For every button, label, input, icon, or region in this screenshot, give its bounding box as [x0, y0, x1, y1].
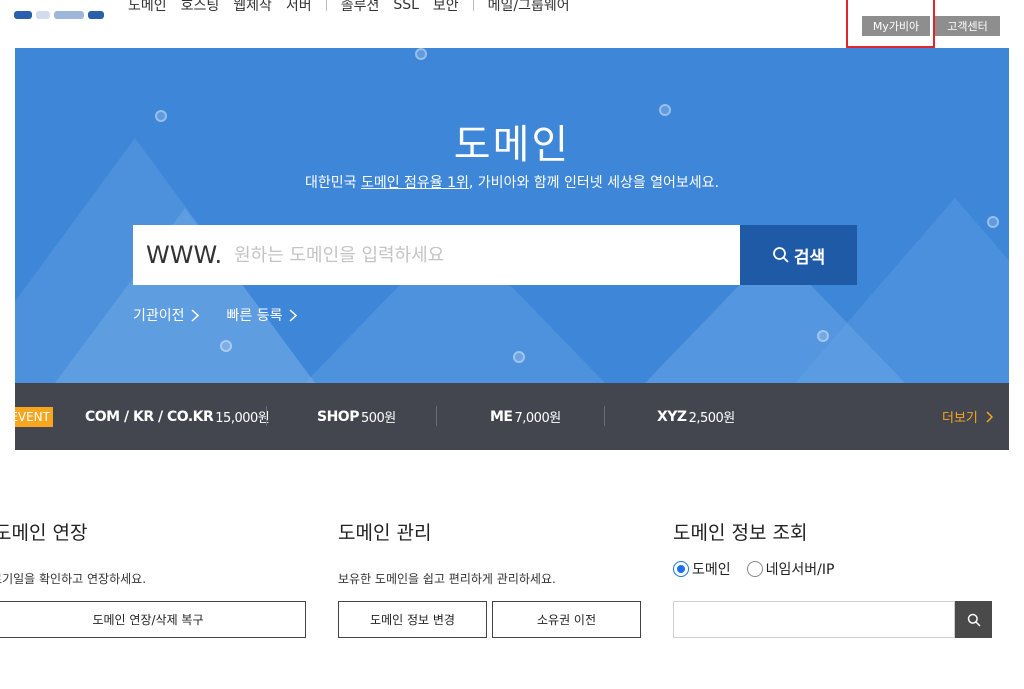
radio-nameserver-label[interactable]: 네임서버/IP — [766, 559, 835, 579]
transfer-link[interactable]: 기관이전 — [133, 305, 199, 325]
price-item-name: SHOP — [317, 408, 359, 425]
more-link[interactable]: 더보기 — [942, 383, 993, 450]
nav-item-hosting[interactable]: 호스팅 — [181, 0, 220, 15]
lookup-type-radios: 도메인 네임서버/IP — [673, 559, 850, 579]
price-item-xyz[interactable]: XYZ 2,500원 — [657, 383, 735, 450]
change-info-button[interactable]: 도메인 정보 변경 — [338, 601, 487, 638]
bg-dot — [220, 340, 232, 352]
chevron-right-icon — [986, 410, 993, 423]
my-gabia-button[interactable]: My가비아 — [862, 16, 930, 36]
event-badge[interactable]: EVENT — [15, 407, 53, 427]
price-item-shop[interactable]: SHOP 500원 — [317, 383, 396, 450]
hero-subtitle: 대한민국 도메인 점유율 1위, 가비아와 함께 인터넷 세상을 열어보세요. — [15, 172, 1009, 192]
domain-search-input[interactable] — [234, 244, 715, 266]
price-strip: EVENT COM / KR / CO.KR 15,000원 SHOP 500원… — [15, 383, 1009, 450]
market-share-link[interactable]: 도메인 점유율 1위 — [361, 175, 469, 191]
price-item-me[interactable]: ME 7,000원 — [490, 383, 561, 450]
global-nav: 도메인 호스팅 웹제작 서버 솔루션 SSL 보안 메일/그룹웨어 — [128, 0, 584, 16]
strip-divider — [266, 406, 267, 426]
renew-desc: 만료기일을 확인하고 연장하세요. — [0, 572, 147, 586]
quick-register-label: 빠른 등록 — [226, 308, 283, 324]
chevron-right-icon — [289, 308, 297, 322]
nav-item-mail[interactable]: 메일/그룹웨어 — [488, 0, 570, 15]
domain-search-box: WWW. — [133, 225, 740, 285]
price-item-name: COM / KR / CO.KR — [85, 408, 214, 425]
subtitle-suffix: , 가비아와 함께 인터넷 세상을 열어보세요. — [468, 175, 720, 191]
price-item-price: 500원 — [360, 411, 396, 426]
manage-desc: 보유한 도메인을 쉽고 편리하게 관리하세요. — [338, 572, 556, 586]
page-title: 도메인 — [453, 122, 571, 168]
search-icon — [967, 613, 981, 627]
nav-divider — [325, 0, 327, 11]
nav-item-server[interactable]: 서버 — [286, 0, 312, 15]
www-prefix: WWW. — [146, 241, 223, 269]
hero-links: 기관이전 빠른 등록 — [133, 305, 325, 325]
nav-item-ssl[interactable]: SSL — [393, 0, 419, 13]
subtitle-prefix: 대한민국 — [304, 175, 361, 191]
renew-restore-button[interactable]: 도메인 연장/삭제 복구 — [0, 601, 306, 638]
bg-dot — [817, 330, 829, 342]
more-link-label: 더보기 — [942, 411, 978, 426]
lookup-input[interactable] — [673, 601, 955, 638]
price-item-name: ME — [490, 408, 513, 425]
top-header: 도메인 호스팅 웹제작 서버 솔루션 SSL 보안 메일/그룹웨어 My가비아 … — [0, 0, 1024, 48]
nav-item-solution[interactable]: 솔루션 — [341, 0, 380, 15]
hero-section: 도메인 대한민국 도메인 점유율 1위, 가비아와 함께 인터넷 세상을 열어보… — [15, 48, 1009, 383]
price-item-com[interactable]: COM / KR / CO.KR 15,000원 — [85, 383, 270, 450]
nav-divider — [472, 0, 474, 11]
ownership-transfer-button[interactable]: 소유권 이전 — [492, 601, 641, 638]
price-item-price: 2,500원 — [688, 411, 736, 426]
price-item-price: 7,000원 — [514, 411, 562, 426]
bg-dot — [513, 351, 525, 363]
nav-item-security[interactable]: 보안 — [433, 0, 459, 15]
search-icon — [772, 247, 789, 263]
search-button-label: 검색 — [793, 247, 826, 267]
price-item-price: 15,000원 — [215, 411, 270, 426]
search-button[interactable]: 검색 — [740, 225, 857, 285]
renew-title: 도메인 연장 — [0, 522, 88, 544]
customer-center-button[interactable]: 고객센터 — [935, 16, 1000, 36]
price-item-name: XYZ — [657, 408, 687, 425]
nav-item-webdev[interactable]: 웹제작 — [233, 0, 272, 15]
lookup-search-button[interactable] — [955, 601, 992, 638]
strip-divider — [436, 406, 437, 426]
chevron-right-icon — [191, 308, 199, 322]
strip-divider — [604, 406, 605, 426]
gabia-logo[interactable] — [14, 4, 110, 24]
bg-dot — [415, 48, 427, 60]
bg-dot — [987, 216, 999, 228]
quick-register-link[interactable]: 빠른 등록 — [227, 305, 297, 325]
radio-nameserver[interactable] — [746, 561, 763, 577]
radio-domain[interactable] — [673, 561, 689, 577]
lookup-title: 도메인 정보 조회 — [673, 522, 808, 544]
manage-title: 도메인 관리 — [338, 522, 432, 544]
transfer-link-label: 기관이전 — [133, 308, 185, 324]
nav-item-domain[interactable]: 도메인 — [128, 0, 167, 15]
radio-domain-label[interactable]: 도메인 — [692, 559, 731, 579]
